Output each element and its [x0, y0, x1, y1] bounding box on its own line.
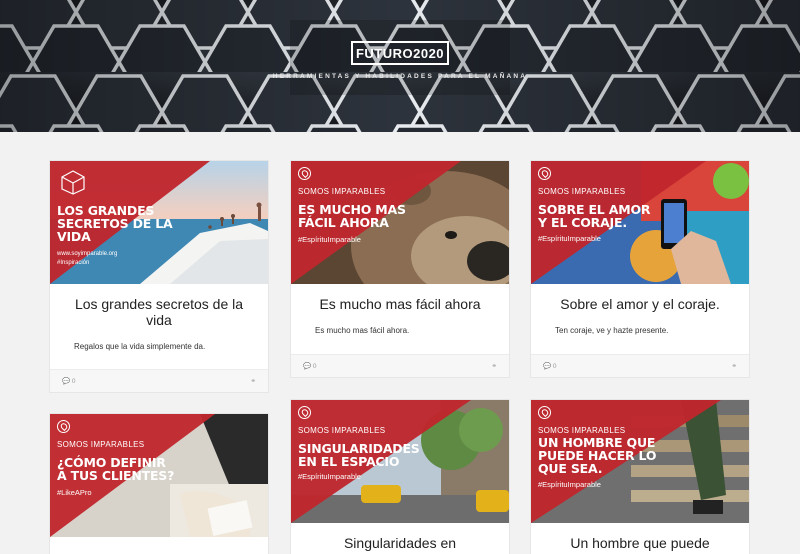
post-footer: 💬 0 ⚭ [531, 354, 749, 377]
comment-icon: 💬 [62, 378, 71, 385]
comments-count[interactable]: 💬 0 [543, 362, 557, 370]
thumbnail-kicker: SOMOS IMPARABLES [298, 187, 386, 196]
post-title[interactable]: Sobre el amor y el coraje. [531, 284, 749, 312]
post-card-3[interactable]: SOMOS IMPARABLES SOBRE EL AMOR Y EL CORA… [531, 161, 749, 377]
location-pin-icon [538, 167, 551, 180]
post-thumbnail[interactable]: SOMOS IMPARABLES ES MUCHO MAS FÁCIL AHOR… [291, 161, 509, 284]
thumbnail-hashtag: #EspírituImparable [538, 480, 601, 489]
hexagon-facade-image [0, 0, 800, 132]
post-excerpt: Ten coraje, ve y hazte presente. [555, 326, 669, 335]
thumbnail-kicker: SOMOS IMPARABLES [538, 426, 626, 435]
comments-count[interactable]: 💬 0 [62, 377, 76, 385]
thumbnail-hashtag: #EspírituImparable [538, 234, 601, 243]
post-card-1[interactable]: LOS GRANDES SECRETOS DE LA VIDA www.soyi… [50, 161, 268, 392]
post-thumbnail[interactable]: LOS GRANDES SECRETOS DE LA VIDA www.soyi… [50, 161, 268, 284]
thumbnail-hashtag: #EspírituImparable [298, 235, 361, 244]
post-thumbnail[interactable]: SOMOS IMPARABLES SINGULARIDADES EN EL ES… [291, 400, 509, 523]
site-tagline: HERRAMIENTAS Y HABILIDADES PARA EL MAÑAN… [272, 73, 528, 80]
post-title[interactable]: Los grandes secretos de la vida [50, 284, 268, 328]
comment-icon: 💬 [303, 363, 312, 370]
thumbnail-headline: SOBRE EL AMOR Y EL CORAJE. [538, 202, 651, 230]
thumbnail-url: www.soyimparable.org [57, 251, 118, 257]
thumbnail-headline: LOS GRANDES SECRETOS DE LA VIDA [57, 203, 173, 244]
hero-banner: FUTURO2020 HERRAMIENTAS Y HABILIDADES PA… [0, 0, 800, 132]
post-thumbnail[interactable]: SOMOS IMPARABLES ¿CÓMO DEFINIR A TUS CLI… [50, 414, 268, 537]
comments-count[interactable]: 💬 0 [303, 362, 317, 370]
post-title[interactable]: Un hombre que puede [531, 523, 749, 551]
post-footer: 💬 0 ⚭ [50, 369, 268, 392]
cube-icon [61, 170, 85, 195]
thumbnail-headline: SINGULARIDADES EN EL ESPACIO [298, 441, 420, 469]
location-pin-icon [57, 420, 70, 433]
thumbnail-hashtag: #EspírituImparable [298, 472, 361, 481]
post-excerpt: Regalos que la vida simplemente da. [74, 342, 206, 351]
thumbnail-headline: UN HOMBRE QUE PUEDE HACER LO QUE SEA. [538, 435, 657, 476]
link-icon[interactable]: ⚭ [732, 362, 737, 370]
site-logo[interactable]: FUTURO2020 [351, 41, 449, 65]
post-thumbnail[interactable]: SOMOS IMPARABLES SOBRE EL AMOR Y EL CORA… [531, 161, 749, 284]
post-thumbnail[interactable]: SOMOS IMPARABLES UN HOMBRE QUE PUEDE HAC… [531, 400, 749, 523]
post-card-5[interactable]: SOMOS IMPARABLES SINGULARIDADES EN EL ES… [291, 400, 509, 554]
post-footer: 💬 0 ⚭ [291, 354, 509, 377]
post-title[interactable] [50, 537, 268, 549]
thumbnail-headline: ES MUCHO MAS FÁCIL AHORA [298, 202, 406, 230]
thumbnail-headline: ¿CÓMO DEFINIR A TUS CLIENTES? [57, 455, 175, 483]
post-excerpt: Es mucho mas fácil ahora. [315, 326, 410, 335]
post-card-4[interactable]: SOMOS IMPARABLES ¿CÓMO DEFINIR A TUS CLI… [50, 414, 268, 554]
comment-icon: 💬 [543, 363, 552, 370]
post-card-2[interactable]: SOMOS IMPARABLES ES MUCHO MAS FÁCIL AHOR… [291, 161, 509, 377]
link-icon[interactable]: ⚭ [251, 377, 256, 385]
thumbnail-hashtag: #Inspiración [57, 260, 90, 266]
location-pin-icon [538, 406, 551, 419]
thumbnail-hashtag: #LikeAPro [57, 488, 92, 497]
location-pin-icon [298, 406, 311, 419]
link-icon[interactable]: ⚭ [492, 362, 497, 370]
post-title[interactable]: Singularidades en [291, 523, 509, 551]
thumbnail-kicker: SOMOS IMPARABLES [538, 187, 626, 196]
thumbnail-kicker: SOMOS IMPARABLES [57, 440, 145, 449]
thumbnail-kicker: SOMOS IMPARABLES [298, 426, 386, 435]
post-title[interactable]: Es mucho mas fácil ahora [291, 284, 509, 312]
post-card-6[interactable]: SOMOS IMPARABLES UN HOMBRE QUE PUEDE HAC… [531, 400, 749, 554]
location-pin-icon [298, 167, 311, 180]
